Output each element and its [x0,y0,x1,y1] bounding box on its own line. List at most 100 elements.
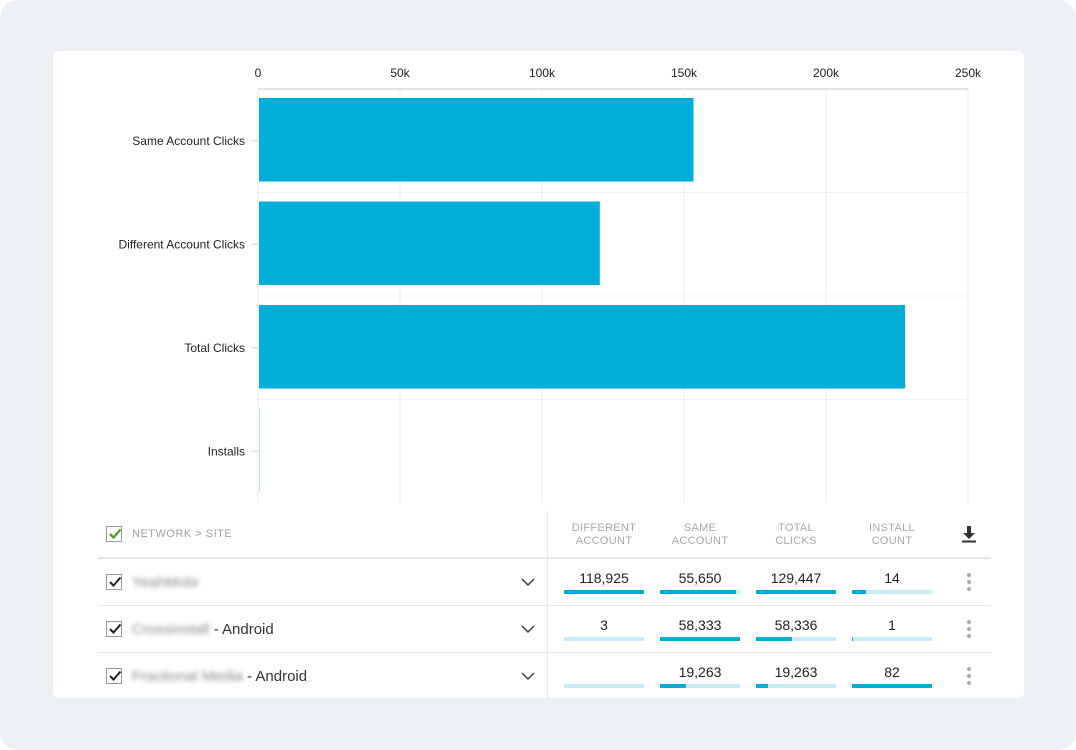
cell-different-account: 118,925 [564,569,644,594]
value-bar-fill [756,637,792,641]
cell-same-account: 55,650 [660,569,740,594]
bar-chart: 0 50k 100k 150k 200k 250k Same Account Clicks… [119,66,982,503]
header-line: ACCOUNT [671,535,729,547]
checkmark-icon [109,576,122,587]
cell-value: 58,336 [774,617,818,633]
site-suffix: - Android [242,668,308,685]
cell-value: 3 [600,617,608,633]
header-same-account[interactable]: SAME ACCOUNT [660,522,740,548]
network-name-redacted: YeahMobi [132,574,199,591]
value-bar-track [756,637,836,641]
value-bar-fill [756,684,768,688]
checkmark-icon [109,528,122,540]
more-options-icon[interactable] [966,573,972,593]
row-checkbox[interactable] [106,621,122,637]
cell-install-count: 1 [852,616,932,641]
cell-install-count: 82 [852,663,932,688]
cell-different-account [564,663,644,688]
x-tick-label: 0 [255,66,262,80]
cell-install-count: 14 [852,569,932,594]
category-label: Total Clicks [184,341,245,355]
value-bar-fill [852,684,932,688]
page-background: 0 50k 100k 150k 200k 250k Same Account Clicks… [0,0,1076,750]
network-site-name: YeahMobi [132,574,198,591]
row-checkbox[interactable] [106,574,122,590]
value-bar-fill [660,684,687,688]
value-bar-fill [852,590,866,594]
more-options-icon[interactable] [966,620,972,640]
download-icon[interactable] [961,525,977,543]
table-row[interactable]: YeahMobi 118,925 55,650 129,447 14 [98,559,991,606]
chevron-down-icon[interactable] [521,577,535,587]
header-line: DIFFERENT [571,522,637,534]
x-tick-label: 200k [813,66,840,80]
network-site-header[interactable]: NETWORK > SITE [132,528,232,540]
header-line: COUNT [871,535,913,547]
network-site-name: Fractional Media - Android [132,668,307,685]
cell-same-account: 58,333 [660,616,740,641]
x-tick-label: 50k [390,66,410,80]
header-line: CLICKS [775,535,817,547]
header-different-account[interactable]: DIFFERENT ACCOUNT [564,522,644,548]
value-bar-track [564,590,644,594]
value-bar-track [852,684,932,688]
cell-value: 14 [884,570,900,586]
category-label: Same Account Clicks [132,134,245,148]
chevron-down-icon[interactable] [521,671,535,681]
cell-same-account: 19,263 [660,663,740,688]
value-bar-fill [852,637,853,641]
header-line: ACCOUNT [575,535,633,547]
report-card: 0 50k 100k 150k 200k 250k Same Account Clicks… [53,51,1024,698]
value-bar-track [756,684,836,688]
x-tick-label: 100k [529,66,556,80]
value-bar-fill [660,637,740,641]
cell-total-clicks: 58,336 [756,616,836,641]
checkmark-icon [109,670,122,681]
cell-total-clicks: 19,263 [756,663,836,688]
column-divider [547,559,548,605]
value-bar-track [756,590,836,594]
cell-value [564,663,644,681]
cell-value: 19,263 [774,664,818,680]
cell-value: 129,447 [770,570,822,586]
checkmark-icon [109,623,122,634]
bar [259,201,600,285]
cell-value: 1 [888,617,896,633]
category-label: Different Account Clicks [119,237,246,251]
cell-value: 55,650 [678,570,722,586]
table-row[interactable]: Fractional Media - Android 19,263 19,263… [98,653,991,698]
column-divider [547,606,548,652]
value-bar-track [852,590,932,594]
value-bar-track [852,637,932,641]
table-row[interactable]: Crossinstall - Android 3 58,333 58,336 1 [98,606,991,653]
bar [259,98,694,182]
chart-bars [259,98,906,492]
column-divider [547,653,548,698]
header-install-count[interactable]: INSTALL COUNT [852,522,932,548]
value-bar-fill [660,590,737,594]
category-label: Installs [208,444,245,458]
value-bar-track [660,684,740,688]
site-suffix: - Android [209,621,274,638]
cell-value: 82 [884,664,900,680]
y-axis-categories: Same Account Clicks Different Account Cli… [119,134,246,459]
table-body: YeahMobi 118,925 55,650 129,447 14 Cross… [98,559,991,698]
header-line: SAME [683,522,717,534]
table-header: NETWORK > SITE DIFFERENT ACCOUNT SAME AC… [98,511,991,559]
header-line: INSTALL [869,522,915,534]
value-bar-track [564,637,644,641]
x-axis-ticks: 0 50k 100k 150k 200k 250k [255,66,982,80]
cell-value: 58,333 [678,617,722,633]
cell-different-account: 3 [564,616,644,641]
network-name-redacted: Crossinstall [132,621,210,638]
network-table: NETWORK > SITE DIFFERENT ACCOUNT SAME AC… [98,511,991,698]
network-name-redacted: Fractional Media [132,668,243,685]
header-total-clicks[interactable]: TOTAL CLICKS [756,522,836,548]
select-all-checkbox[interactable] [106,526,122,542]
cell-total-clicks: 129,447 [756,569,836,594]
value-bar-track [660,637,740,641]
more-options-icon[interactable] [966,667,972,687]
chevron-down-icon[interactable] [521,624,535,634]
bar [259,305,906,389]
row-checkbox[interactable] [106,668,122,684]
